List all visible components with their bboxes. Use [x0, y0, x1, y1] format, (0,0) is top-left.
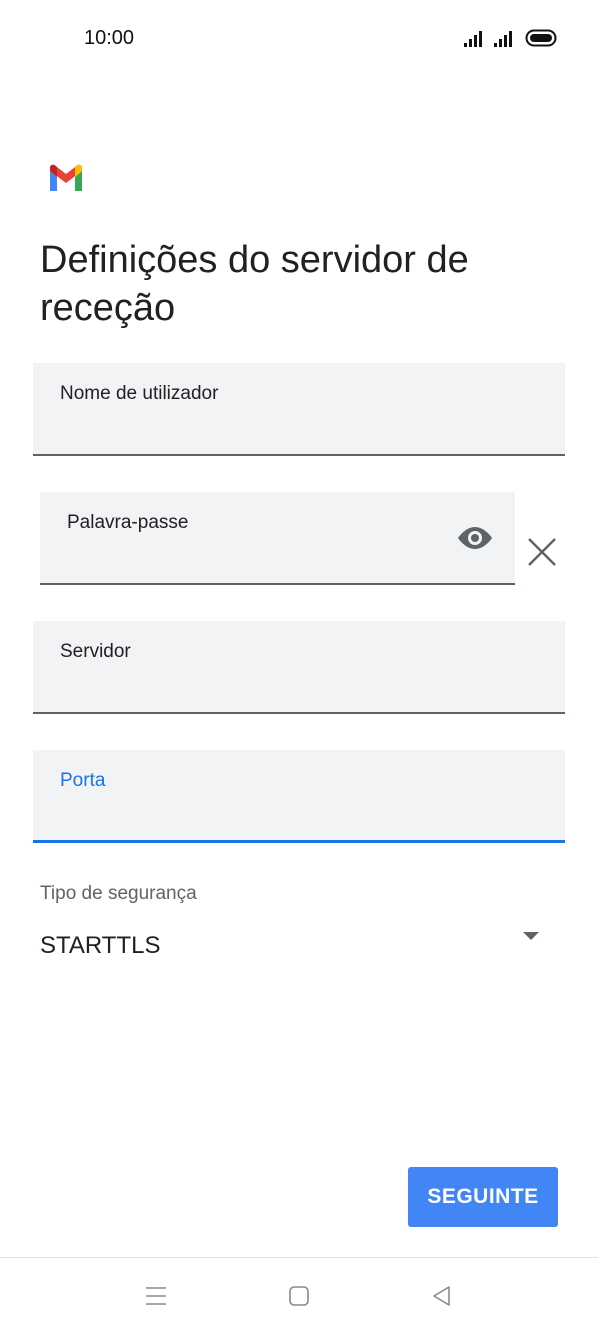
page-title: Definições do servidor de receção	[40, 239, 469, 329]
status-time: 10:00	[84, 27, 135, 49]
server-field[interactable]: Servidor	[33, 621, 565, 714]
home-icon[interactable]	[285, 1282, 313, 1310]
battery-icon	[525, 29, 557, 47]
username-field[interactable]: Nome de utilizador	[33, 363, 565, 456]
security-type-value: STARTTLS	[40, 932, 161, 959]
signal-icon	[464, 31, 482, 47]
security-type-label: Tipo de segurança	[40, 883, 197, 904]
signal-icon	[494, 31, 512, 47]
navigation-bar	[0, 1257, 598, 1330]
username-label: Nome de utilizador	[60, 383, 219, 404]
dropdown-arrow-icon	[523, 932, 539, 940]
back-icon[interactable]	[428, 1282, 456, 1310]
password-label: Palavra-passe	[67, 512, 189, 533]
server-label: Servidor	[60, 641, 131, 662]
menu-icon[interactable]	[142, 1282, 170, 1310]
eye-icon[interactable]	[455, 525, 495, 551]
port-label: Porta	[60, 770, 106, 791]
next-button[interactable]: SEGUINTE	[408, 1167, 558, 1227]
security-type-dropdown[interactable]: STARTTLS	[40, 920, 550, 970]
status-bar: 10:00	[0, 0, 598, 78]
status-icons	[464, 29, 557, 47]
close-icon[interactable]	[524, 534, 560, 570]
password-field[interactable]: Palavra-passe	[40, 492, 515, 585]
gmail-logo	[50, 164, 82, 191]
port-field[interactable]: Porta	[33, 750, 565, 843]
